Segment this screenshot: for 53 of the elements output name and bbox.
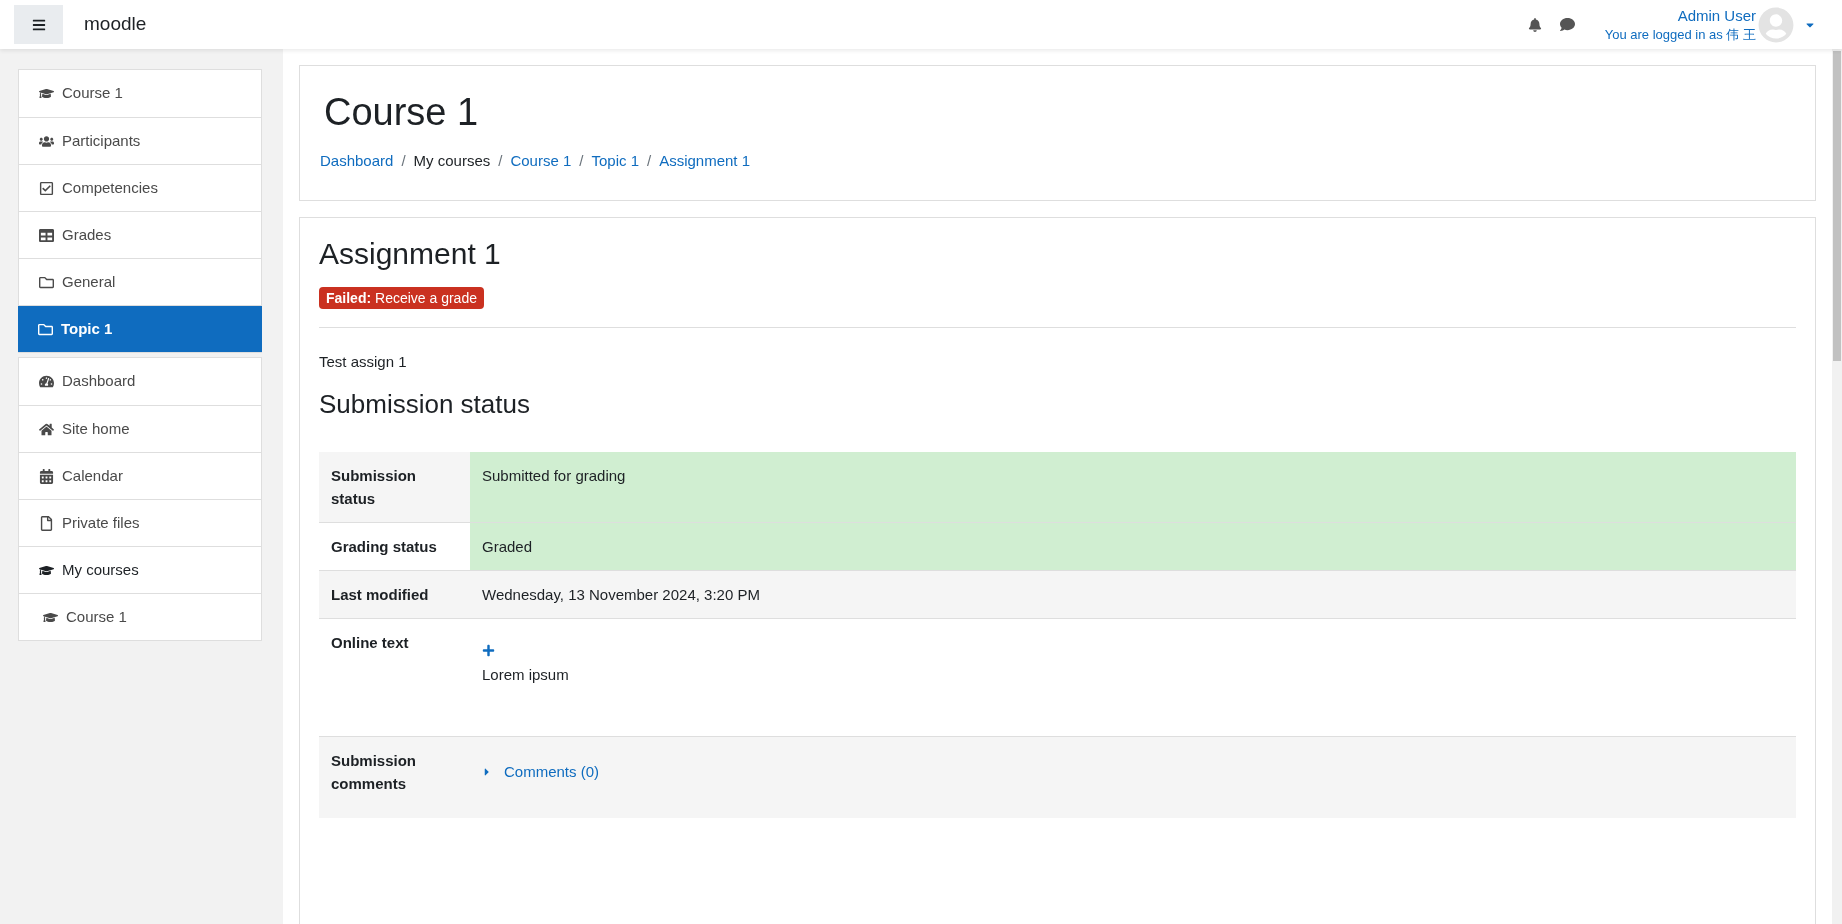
breadcrumb-separator: / (498, 151, 503, 171)
sidebar-item[interactable]: Dashboard (19, 358, 261, 405)
sidebar-item[interactable]: Private files (19, 499, 261, 546)
completion-badge: Failed: Receive a grade (319, 286, 484, 309)
table-cell: Graded (470, 523, 1796, 570)
folder-icon (38, 321, 53, 337)
assignment-description: Test assign 1 (319, 351, 408, 372)
menu-icon (31, 17, 46, 32)
checkbox-icon (39, 180, 54, 196)
breadcrumb-separator: / (647, 151, 652, 171)
users-icon (39, 133, 54, 149)
table-cell: Submitted for grading (470, 452, 1796, 522)
table-header-cell-text: Grading status (330, 537, 438, 557)
notification-bell-icon[interactable] (1527, 17, 1542, 32)
expand-icon[interactable] (482, 644, 495, 657)
assignment-title: Assignment 1 (319, 235, 502, 272)
online-text: Lorem ipsum (482, 666, 569, 683)
sidebar-item[interactable]: Competencies (19, 164, 261, 211)
sidebar-item[interactable]: Calendar (19, 452, 261, 499)
sidebar-item[interactable]: Course 1 (19, 593, 261, 640)
section-heading: Submission status (319, 388, 531, 421)
table-header-cell-text: Online text (330, 633, 410, 653)
sidebar-item[interactable]: Course 1 (19, 70, 261, 117)
user-name[interactable]: Admin User (1677, 5, 1756, 26)
file-icon (39, 515, 54, 531)
sidebar-item[interactable]: Topic 1 (18, 305, 262, 352)
breadcrumb-link[interactable]: Dashboard (320, 150, 394, 173)
menu-button[interactable] (14, 5, 63, 44)
table-header-cell-text: Last modified (330, 585, 430, 605)
course-title: Course 1 (323, 90, 480, 134)
sidebar-item[interactable]: Grades (19, 211, 261, 258)
graduation-cap-icon (39, 86, 54, 101)
table-header-cell-text: Submission comments (330, 751, 417, 794)
login-note: You are logged in as 伟 王 (1604, 25, 1756, 44)
sidebar-item[interactable]: Site home (19, 405, 261, 452)
breadcrumb-separator: / (579, 151, 584, 171)
breadcrumb-link[interactable]: Assignment 1 (659, 150, 751, 173)
table-icon (39, 227, 54, 243)
breadcrumb-link[interactable]: Topic 1 (591, 150, 639, 173)
breadcrumb-link[interactable]: Course 1 (510, 150, 572, 173)
scrollbar[interactable] (1832, 49, 1842, 924)
breadcrumb-item: My courses (413, 151, 491, 171)
site-name[interactable]: moodle (84, 10, 147, 39)
sidebar-item[interactable]: My courses (19, 546, 261, 593)
calendar-icon (39, 468, 54, 484)
sidebar-item[interactable]: Participants (19, 117, 261, 164)
comments-link[interactable]: Comments (0) (504, 760, 600, 783)
home-icon (39, 421, 54, 437)
gauge-icon (39, 374, 54, 389)
breadcrumb-separator: / (401, 151, 406, 171)
messages-icon[interactable] (1559, 17, 1575, 32)
table-header-cell-text: Submission status (330, 466, 417, 509)
folder-icon (39, 274, 54, 290)
